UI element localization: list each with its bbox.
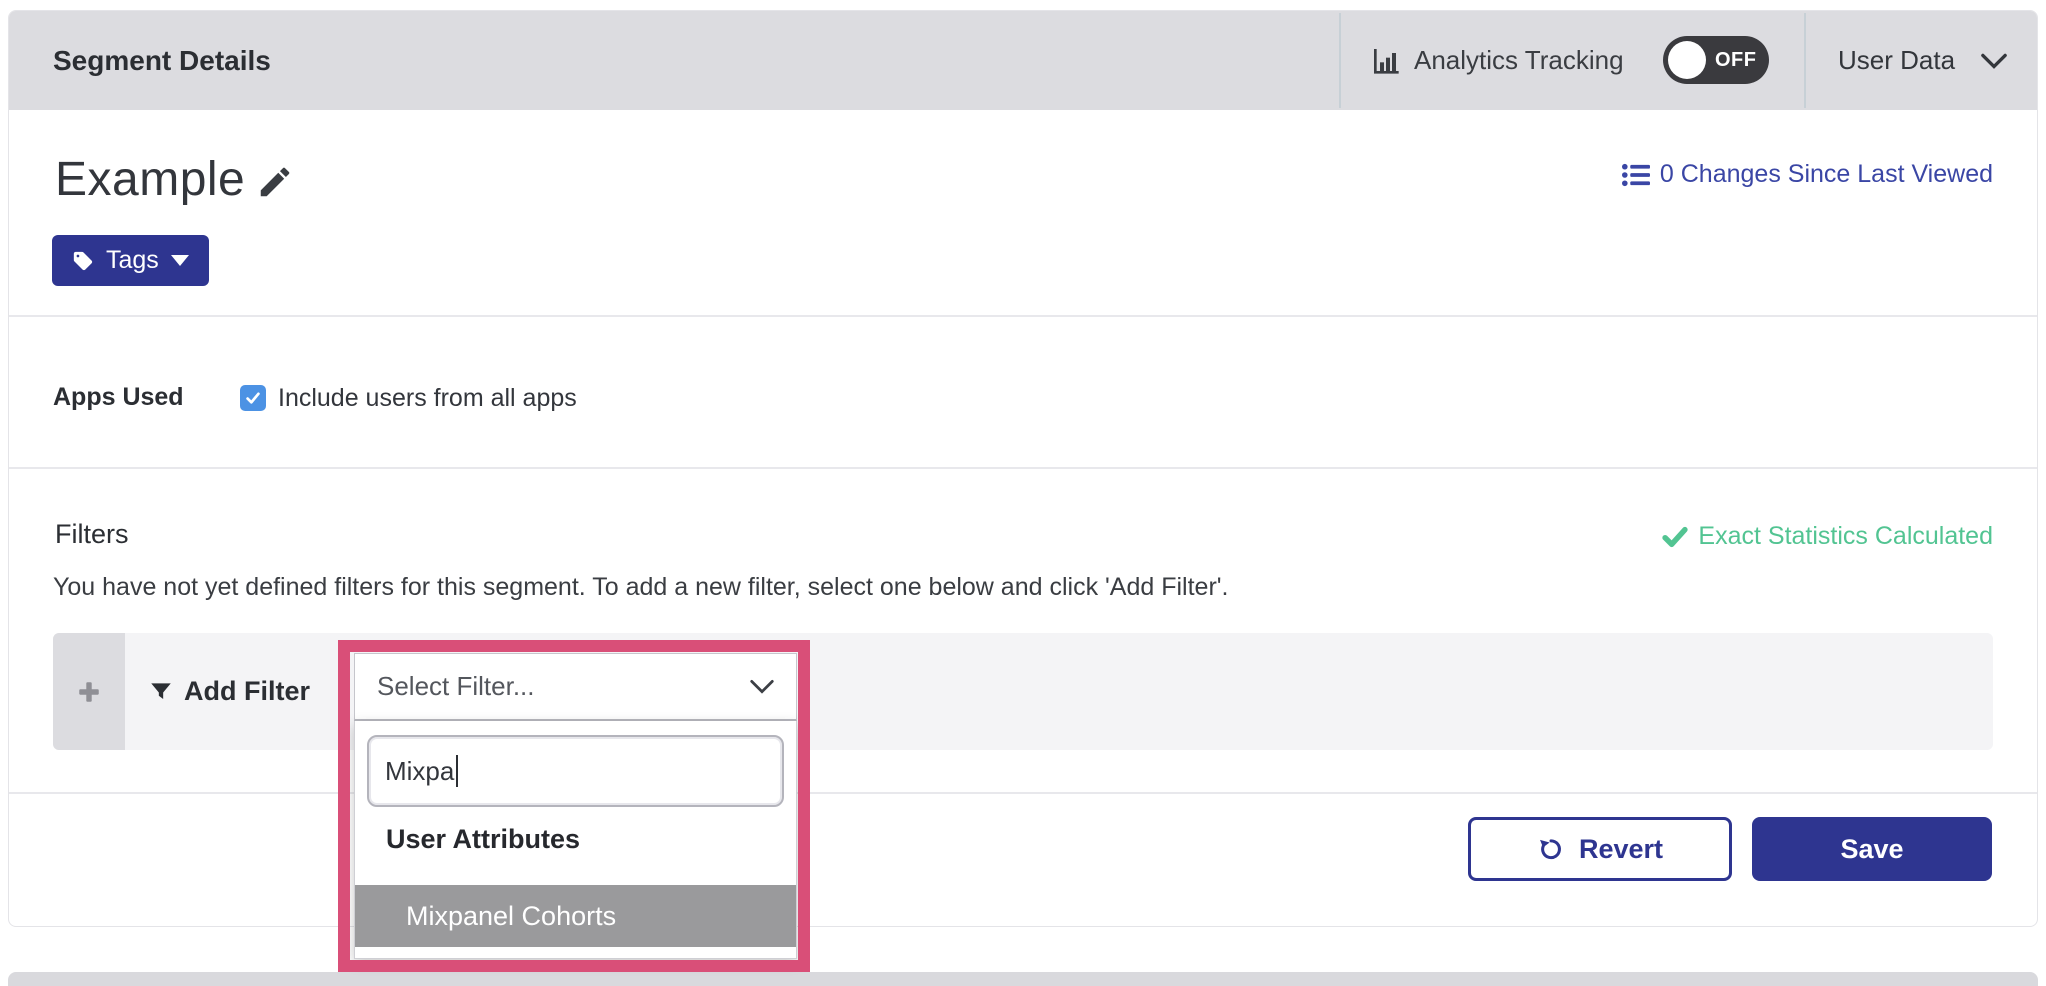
header-divider (1804, 13, 1806, 108)
tag-icon (72, 250, 94, 272)
add-filter-label: Add Filter (184, 676, 310, 707)
tags-button-label: Tags (106, 246, 159, 275)
next-panel-header (8, 972, 2038, 986)
user-data-label: User Data (1838, 45, 1955, 76)
page-title: Segment Details (53, 11, 271, 110)
save-button[interactable]: Save (1752, 817, 1992, 881)
segment-name: Example (55, 152, 245, 207)
exact-statistics-label: Exact Statistics Calculated (1698, 522, 1993, 551)
tags-button[interactable]: Tags (52, 235, 209, 286)
caret-down-icon (171, 255, 189, 266)
include-all-apps-checkbox[interactable] (240, 385, 266, 411)
exact-statistics-status: Exact Statistics Calculated (1662, 522, 1993, 551)
add-filter-row (53, 633, 1993, 750)
toggle-state-label: OFF (1715, 36, 1757, 84)
chevron-down-icon (1981, 53, 2007, 69)
change-list-icon (1622, 163, 1650, 187)
check-icon (244, 389, 262, 407)
edit-pencil-icon[interactable] (256, 163, 294, 201)
dropdown-option-mixpanel-cohorts[interactable]: Mixpanel Cohorts (355, 885, 796, 947)
include-all-apps-label: Include users from all apps (278, 384, 577, 413)
header-divider (1339, 13, 1341, 108)
bar-chart-icon (1370, 45, 1402, 77)
toggle-knob (1668, 41, 1706, 79)
filters-description: You have not yet defined filters for thi… (53, 573, 1229, 602)
plus-icon (76, 679, 102, 705)
revert-button-label: Revert (1579, 834, 1663, 865)
section-divider (9, 315, 2037, 317)
analytics-tracking-toggle[interactable]: OFF (1663, 36, 1769, 84)
filter-search-input[interactable]: Mixpa (367, 735, 784, 807)
undo-icon (1537, 835, 1565, 863)
apps-used-label: Apps Used (53, 383, 184, 412)
filters-heading: Filters (55, 519, 129, 550)
analytics-tracking-label: Analytics Tracking (1414, 45, 1624, 76)
text-cursor (456, 755, 458, 787)
filter-dropdown-menu: Mixpa User Attributes Mixpanel Cohorts (354, 721, 797, 959)
add-filter-button[interactable]: Add Filter (148, 633, 310, 750)
filter-select[interactable]: Select Filter... (354, 653, 797, 721)
changes-since-last-viewed-link[interactable]: 0 Changes Since Last Viewed (1622, 160, 1993, 189)
save-button-label: Save (1840, 834, 1903, 865)
section-divider (9, 792, 2037, 794)
filter-search-value: Mixpa (385, 756, 454, 787)
changes-link-label: 0 Changes Since Last Viewed (1660, 160, 1993, 189)
revert-button[interactable]: Revert (1468, 817, 1732, 881)
filter-select-value: Select Filter... (377, 671, 535, 702)
user-data-dropdown[interactable]: User Data (1838, 11, 2007, 110)
dropdown-group-label: User Attributes (386, 824, 580, 855)
filter-funnel-icon (148, 679, 174, 705)
analytics-tracking-group: Analytics Tracking (1370, 11, 1624, 110)
page: Segment Details Analytics Tracking OFF U… (0, 0, 2046, 986)
status-check-icon (1662, 526, 1688, 548)
section-divider (9, 467, 2037, 469)
add-filter-plus-button[interactable] (53, 633, 125, 750)
chevron-down-icon (750, 679, 774, 694)
